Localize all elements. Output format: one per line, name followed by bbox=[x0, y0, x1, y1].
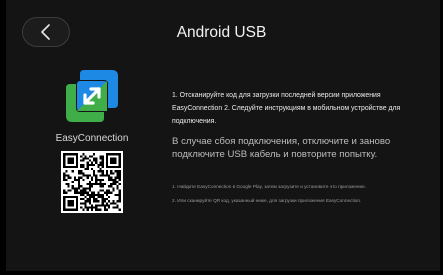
step1-instruction: 1. Отсканируйте код для загрузки последн… bbox=[172, 92, 401, 125]
screen-edge-bottom bbox=[0, 271, 443, 275]
note-google-play: 1. Найдите EasyConnection в Google Play,… bbox=[172, 184, 367, 189]
easyconnection-logo-icon[interactable] bbox=[64, 68, 120, 124]
android-usb-screen: Android USB EasyConnection 1. Отсканируй… bbox=[0, 0, 443, 275]
reconnect-instruction: В случае сбоя подключения, отключите и з… bbox=[172, 136, 391, 160]
page-title: Android USB bbox=[176, 24, 267, 41]
note-qr-scan: 2. Или сканируйте QR код, указанный ниже… bbox=[172, 198, 362, 203]
qr-code bbox=[61, 151, 123, 213]
app-name: EasyConnection bbox=[55, 133, 129, 144]
